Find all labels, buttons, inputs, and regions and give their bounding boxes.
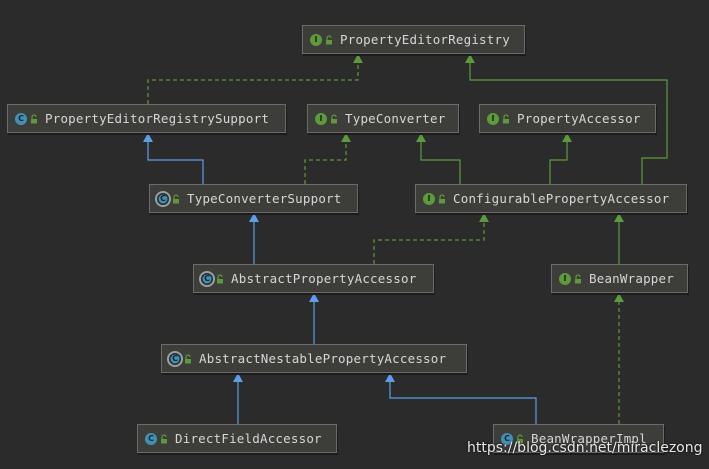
edge-abstract-accessor-to-configurable: [373, 213, 489, 264]
class-icon: C: [145, 432, 157, 445]
arrowhead: [309, 293, 319, 302]
arrowhead: [614, 293, 624, 302]
arrowhead: [353, 54, 363, 63]
node-label: PropertyEditorRegistrySupport: [45, 111, 270, 126]
node-abstract-nestable-property-accessor[interactable]: C AbstractNestablePropertyAccessor: [161, 344, 467, 373]
edge-bean-wrapper-to-configurable: [614, 213, 624, 264]
class-icon: C: [15, 112, 27, 125]
node-label: AbstractPropertyAccessor: [231, 271, 417, 286]
edge-converter-support-to-registry-support: [143, 133, 204, 184]
node-property-editor-registry[interactable]: I PropertyEditorRegistry: [302, 25, 525, 54]
edge-line: [420, 141, 461, 184]
edge-direct-field-to-nestable: [233, 373, 243, 424]
unlock-icon: [503, 113, 509, 123]
unlock-icon: [326, 34, 332, 44]
node-label: DirectFieldAccessor: [175, 431, 322, 446]
interface-icon: I: [423, 192, 435, 205]
edge-configurable-to-property-accessor: [549, 133, 572, 184]
node-configurable-property-accessor[interactable]: I ConfigurablePropertyAccessor: [415, 184, 687, 213]
unlock-icon: [161, 433, 167, 443]
unlock-icon: [575, 273, 581, 283]
abstract-class-icon: C: [157, 192, 169, 205]
abstract-class-icon: C: [169, 352, 181, 365]
edge-registry-support-to-registry: [147, 54, 363, 104]
arrowhead: [416, 133, 426, 142]
node-label: TypeConverterSupport: [187, 191, 342, 206]
edge-line: [147, 62, 359, 104]
unlock-icon: [185, 353, 191, 363]
node-direct-field-accessor[interactable]: C DirectFieldAccessor: [137, 424, 337, 453]
edge-bean-wrapper-impl-to-nestable: [385, 373, 537, 424]
node-label: TypeConverter: [345, 111, 446, 126]
node-property-accessor[interactable]: I PropertyAccessor: [479, 104, 656, 133]
interface-icon: I: [487, 112, 499, 125]
edge-line: [373, 221, 485, 264]
uml-class-diagram: I PropertyEditorRegistry C PropertyEdito…: [0, 0, 709, 469]
node-label: PropertyAccessor: [517, 111, 641, 126]
watermark-text: https://blog.csdn.net/miraclezong: [467, 440, 703, 456]
unlock-icon: [439, 193, 445, 203]
interface-icon: I: [315, 112, 327, 125]
node-bean-wrapper[interactable]: I BeanWrapper: [551, 264, 688, 293]
edge-bean-wrapper-impl-to-bean-wrapper: [614, 293, 624, 424]
arrowhead: [233, 373, 243, 382]
arrowhead: [614, 213, 624, 222]
interface-icon: I: [559, 272, 571, 285]
interface-icon: I: [310, 33, 322, 46]
unlock-icon: [217, 273, 223, 283]
arrowhead: [341, 133, 351, 142]
node-type-converter-support[interactable]: C TypeConverterSupport: [149, 184, 358, 213]
unlock-icon: [173, 193, 179, 203]
unlock-icon: [31, 113, 37, 123]
edge-line: [389, 381, 537, 424]
node-label: BeanWrapper: [589, 271, 674, 286]
node-label: PropertyEditorRegistry: [340, 32, 510, 47]
edge-nestable-to-abstract-accessor: [309, 293, 319, 344]
arrowhead: [562, 133, 572, 142]
node-label: AbstractNestablePropertyAccessor: [199, 351, 447, 366]
edge-line: [147, 141, 204, 184]
edge-converter-support-to-type-converter: [304, 133, 351, 184]
edge-abstract-accessor-to-converter-support: [249, 213, 259, 264]
edge-line: [549, 141, 568, 184]
edge-layer: [143, 54, 668, 424]
node-abstract-property-accessor[interactable]: C AbstractPropertyAccessor: [193, 264, 434, 293]
node-type-converter[interactable]: I TypeConverter: [307, 104, 459, 133]
node-property-editor-registry-support[interactable]: C PropertyEditorRegistrySupport: [7, 104, 286, 133]
edge-line: [304, 141, 347, 184]
abstract-class-icon: C: [201, 272, 213, 285]
arrowhead: [143, 133, 153, 142]
arrowhead: [479, 213, 489, 222]
node-label: ConfigurablePropertyAccessor: [453, 191, 670, 206]
unlock-icon: [331, 113, 337, 123]
arrowhead: [249, 213, 259, 222]
edge-configurable-to-type-converter: [416, 133, 461, 184]
arrowhead: [465, 54, 475, 63]
arrowhead: [385, 373, 395, 382]
